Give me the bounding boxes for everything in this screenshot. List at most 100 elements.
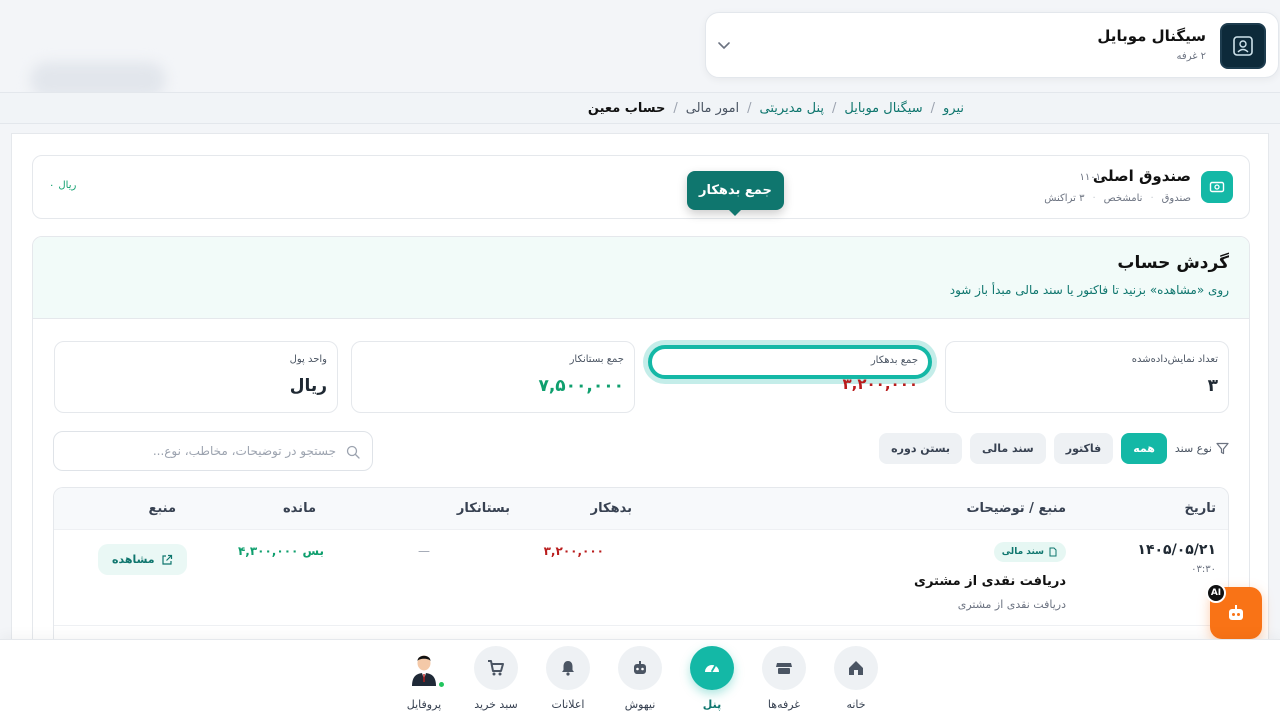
nav-panel[interactable]: پنل xyxy=(682,646,742,711)
col-balance: مانده xyxy=(283,501,316,516)
nav-cart[interactable]: سبد خرید xyxy=(466,646,526,711)
row-title: دریافت نقدی از مشتری xyxy=(914,574,1066,589)
filter-chip-all[interactable]: همه xyxy=(1121,433,1167,464)
robot-icon xyxy=(618,646,662,690)
nav-cart-label: سبد خرید xyxy=(474,698,518,711)
turnover-hint: روی «مشاهده» بزنید تا فاکتور یا سند مالی… xyxy=(949,283,1229,297)
online-status-dot xyxy=(438,681,445,688)
debit-tooltip: جمع بدهکار xyxy=(687,171,784,216)
turnover-table: تاریخ منبع / توضیحات بدهکار بستانکار مان… xyxy=(53,487,1229,655)
stat-count-card: تعداد نمایش‌داده‌شده ۳ xyxy=(945,341,1229,413)
filter-chip-close-period[interactable]: بستن دوره xyxy=(879,433,963,464)
nav-booths[interactable]: غرفه‌ها xyxy=(754,646,814,711)
account-type: صندوق xyxy=(1161,193,1191,204)
stat-currency-value: ریال xyxy=(289,376,327,396)
nav-profile-label: پروفایل xyxy=(406,698,442,711)
stat-debit-label: جمع بدهکار xyxy=(870,355,918,366)
nav-home-label: خانه xyxy=(846,698,866,711)
nav-notifications-label: اعلانات xyxy=(551,698,585,711)
turnover-header: گردش حساب روی «مشاهده» بزنید تا فاکتور ی… xyxy=(33,237,1249,319)
breadcrumb-current: حساب معین xyxy=(587,100,666,116)
row-doc-badge: سند مالی xyxy=(993,542,1066,562)
col-credit: بستانکار xyxy=(456,501,510,516)
stat-currency-card: واحد پول ریال xyxy=(54,341,338,413)
account-transactions: ۳ تراکنش xyxy=(1044,193,1085,204)
robot-icon xyxy=(1229,605,1243,620)
nav-ai[interactable]: نیهوش xyxy=(610,646,670,711)
search-placeholder: جستجو در توضیحات، مخاطب، نوع... xyxy=(152,444,336,458)
breadcrumb-separator: / xyxy=(747,100,752,116)
breadcrumb-separator: / xyxy=(673,100,678,116)
account-name: صندوق اصلی xyxy=(1092,167,1191,185)
account-summary-card: صندوق اصلی ۱۱۰۱ صندوق · نامشخص · ۳ تراکن… xyxy=(32,155,1250,219)
nav-profile[interactable]: پروفایل xyxy=(394,646,454,711)
stat-credit-label: جمع بستانکار xyxy=(569,354,624,365)
search-input[interactable]: جستجو در توضیحات، مخاطب، نوع... xyxy=(53,431,373,471)
breadcrumb-separator: / xyxy=(930,100,935,116)
view-source-button[interactable]: مشاهده xyxy=(98,544,187,575)
account-turnover-section: گردش حساب روی «مشاهده» بزنید تا فاکتور ی… xyxy=(32,236,1250,656)
view-button-label: مشاهده xyxy=(112,553,155,566)
stat-debit-card[interactable]: جمع بدهکار ۳,۲۰۰,۰۰۰ xyxy=(648,345,932,393)
stat-count-value: ۳ xyxy=(1207,376,1218,396)
filter-chip-financial-doc[interactable]: سند مالی xyxy=(970,433,1046,464)
account-meta: صندوق · نامشخص · ۳ تراکنش xyxy=(1044,193,1191,204)
breadcrumb-separator: / xyxy=(832,100,837,116)
breadcrumb-finance[interactable]: امور مالی xyxy=(686,101,739,116)
filter-icon xyxy=(1216,442,1229,455)
cash-box-icon xyxy=(1201,171,1233,203)
breadcrumb-admin-panel[interactable]: پنل مدیریتی xyxy=(760,101,824,116)
stat-currency-label: واحد پول xyxy=(289,354,327,365)
stat-credit-card: جمع بستانکار ۷,۵۰۰,۰۰۰ xyxy=(351,341,635,413)
external-link-icon xyxy=(162,554,172,565)
shop-name: سیگنال موبایل xyxy=(1097,27,1206,45)
document-icon xyxy=(1049,547,1057,557)
breadcrumb-root[interactable]: نیرو xyxy=(943,101,964,116)
row-debit: ۳,۲۰۰,۰۰۰ xyxy=(543,544,604,558)
account-balance-unit: ریال xyxy=(58,180,77,191)
row-date: ۱۴۰۵/۰۵/۲۱ xyxy=(1137,542,1216,558)
ai-badge: AI xyxy=(1206,583,1226,603)
col-source-desc: منبع / توضیحات xyxy=(966,501,1066,516)
shop-selector[interactable]: سیگنال موبایل ۲ غرفه xyxy=(705,12,1279,78)
nav-notifications[interactable]: اعلانات xyxy=(538,646,598,711)
nav-home[interactable]: خانه xyxy=(826,646,886,711)
stat-count-label: تعداد نمایش‌داده‌شده xyxy=(1131,354,1218,365)
col-date: تاریخ xyxy=(1184,501,1217,516)
row-description: دریافت نقدی از مشتری xyxy=(957,598,1066,611)
bottom-navigation: خانه غرفه‌ها پنل نیهوش اعلانات سبد خرید xyxy=(0,639,1280,720)
home-icon xyxy=(834,646,878,690)
nav-booths-label: غرفه‌ها xyxy=(767,698,801,711)
doc-type-filters: نوع سند همه فاکتور سند مالی بستن دوره xyxy=(879,433,1229,464)
avatar xyxy=(404,646,445,688)
breadcrumb: نیرو / سیگنال موبایل / پنل مدیریتی / امو… xyxy=(0,92,1280,124)
nav-panel-label: پنل xyxy=(702,698,722,711)
cart-icon xyxy=(474,646,518,690)
breadcrumb-shop[interactable]: سیگنال موبایل xyxy=(844,101,922,116)
chevron-down-icon[interactable] xyxy=(716,37,732,53)
col-debit: بدهکار xyxy=(590,501,632,516)
shop-booth-count: ۲ غرفه xyxy=(1176,51,1206,62)
stat-credit-value: ۷,۵۰۰,۰۰۰ xyxy=(538,376,624,396)
row-time: ۰۳:۳۰ xyxy=(1191,564,1216,575)
filter-chip-invoice[interactable]: فاکتور xyxy=(1053,433,1114,464)
table-header: تاریخ منبع / توضیحات بدهکار بستانکار مان… xyxy=(54,488,1228,530)
main-content: صندوق اصلی ۱۱۰۱ صندوق · نامشخص · ۳ تراکن… xyxy=(11,133,1269,656)
shop-logo xyxy=(1220,23,1266,69)
table-row: ۱۴۰۵/۰۵/۲۱ ۰۳:۳۰ سند مالی دریافت نقدی از… xyxy=(54,530,1228,626)
store-icon xyxy=(762,646,806,690)
bell-icon xyxy=(546,646,590,690)
nav-ai-label: نیهوش xyxy=(624,698,656,711)
row-balance: بس ۴,۳۰۰,۰۰۰ xyxy=(237,544,324,558)
phone-logo-icon xyxy=(1233,36,1253,56)
account-balance: ریال ۰ xyxy=(49,180,76,191)
filter-label: نوع سند xyxy=(1175,442,1229,455)
col-source: منبع xyxy=(148,501,176,516)
stat-debit-value: ۳,۲۰۰,۰۰۰ xyxy=(842,375,918,393)
user-avatar-icon xyxy=(412,655,436,686)
turnover-title: گردش حساب xyxy=(1117,253,1229,273)
filter-label-text: نوع سند xyxy=(1174,442,1212,455)
ai-assistant-button[interactable]: AI xyxy=(1206,583,1262,639)
account-code: ۱۱۰۱ xyxy=(1079,172,1101,183)
row-credit: — xyxy=(418,544,430,558)
